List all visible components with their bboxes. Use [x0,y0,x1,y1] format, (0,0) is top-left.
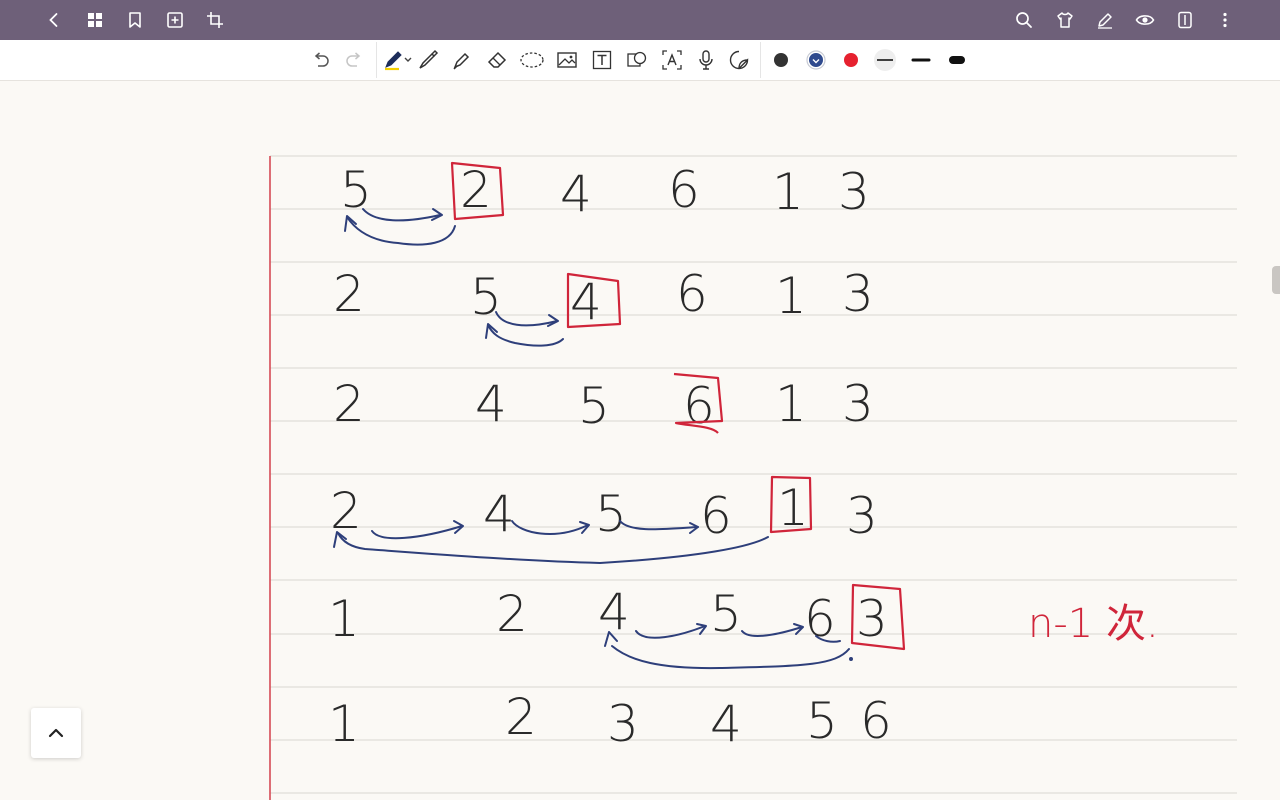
stroke-width-medium[interactable] [908,47,934,73]
note-digit: 5 [470,268,502,326]
note-digit: 6 [668,161,700,219]
lasso-icon[interactable] [518,47,546,73]
note-digit: 2 [460,161,492,219]
grid-icon[interactable] [81,6,109,34]
note-digit: 1 [777,479,809,537]
template-icon[interactable] [1051,6,1079,34]
note-digit: 6 [700,487,732,545]
notebook-page[interactable]: 5 2 4 6 1 3 2 5 4 6 1 3 2 4 5 6 1 3 2 4 … [0,81,1280,800]
drawing-toolbar [0,40,1280,81]
ruled-paper: 5 2 4 6 1 3 2 5 4 6 1 3 2 4 5 6 1 3 2 4 … [269,155,1237,800]
text-box-icon[interactable] [589,47,615,73]
note-digit: 4 [483,485,515,543]
bookmark-icon[interactable] [121,6,149,34]
fountain-pen-icon[interactable] [415,47,441,73]
undo-icon[interactable] [308,47,334,73]
note-digit: 1 [328,590,360,648]
note-digit: 3 [856,590,888,648]
note-digit: 3 [842,265,874,323]
eraser-icon[interactable] [484,47,510,73]
note-digit: 1 [775,375,807,433]
note-digit: 2 [505,688,537,746]
highlighter-icon[interactable] [449,47,475,73]
note-digit: 2 [333,265,365,323]
highlight-boxes [450,161,906,651]
note-digit: 4 [570,273,602,331]
note-digit: 3 [838,163,870,221]
scrollbar-handle[interactable] [1272,266,1280,294]
image-icon[interactable] [554,47,580,73]
back-icon[interactable] [40,6,68,34]
note-digit: 1 [775,267,807,325]
ruled-lines [270,155,1237,794]
pen-icon[interactable] [382,47,414,73]
note-digit: 5 [340,161,372,219]
note-digit: 4 [560,165,592,223]
note-digit: 1 [772,163,804,221]
ocr-text-icon[interactable] [659,47,685,73]
note-digit: 3 [607,695,639,753]
microphone-icon[interactable] [693,47,719,73]
color-swatch-dark[interactable] [768,47,794,73]
annotation-text: n-1 次. [1028,601,1159,647]
stroke-width-thick[interactable] [944,47,970,73]
sidebar-icon[interactable] [1171,6,1199,34]
note-digit: 5 [806,692,838,750]
note-digit: 5 [595,485,627,543]
stroke-width-thin-selected[interactable] [872,47,898,73]
shape-icon[interactable] [624,47,650,73]
note-digit: 5 [710,585,742,643]
edit-icon[interactable] [1091,6,1119,34]
top-app-bar [0,0,1280,40]
toolbar-divider [376,42,377,78]
note-digit: 4 [475,375,507,433]
scroll-to-top-button[interactable] [31,708,81,758]
note-digit: 6 [860,692,892,750]
note-digit: 2 [330,482,362,540]
note-digit: 5 [578,377,610,435]
search-icon[interactable] [1010,6,1038,34]
note-digit: 4 [598,583,630,641]
chevron-up-icon [48,728,64,738]
toolbar-divider [760,42,761,78]
crop-icon[interactable] [201,6,229,34]
note-digit: 2 [333,375,365,433]
color-swatch-blue-selected[interactable] [803,47,829,73]
note-digit: 3 [842,375,874,433]
add-page-icon[interactable] [161,6,189,34]
note-digit: 2 [496,585,528,643]
sticker-icon[interactable] [726,47,752,73]
note-digit: 6 [676,265,708,323]
more-icon[interactable] [1211,6,1239,34]
redo-icon[interactable] [341,47,367,73]
note-digit: 3 [846,487,878,545]
note-digit: 4 [710,695,742,753]
view-icon[interactable] [1131,6,1159,34]
note-digit: 1 [328,695,360,753]
color-swatch-red[interactable] [838,47,864,73]
